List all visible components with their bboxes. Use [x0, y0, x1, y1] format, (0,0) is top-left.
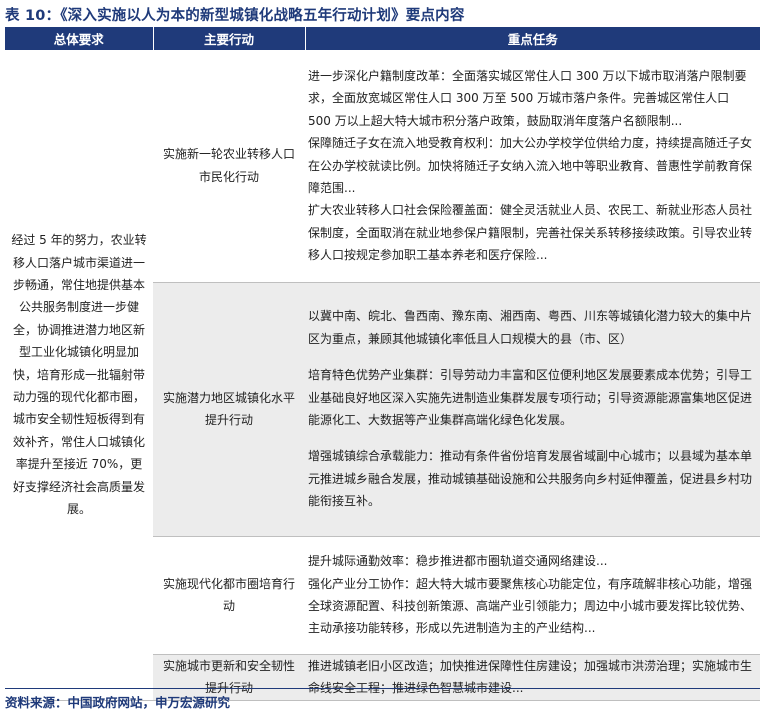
- footer-divider: [5, 688, 760, 689]
- action-cell: 实施现代化都市圈培育行动: [153, 536, 305, 655]
- table-title: 表 10：《深入实施以人为本的新型城镇化战略五年行动计划》要点内容: [5, 8, 465, 24]
- document-page: 表 10：《深入实施以人为本的新型城镇化战略五年行动计划》要点内容 总体要求 主…: [0, 0, 765, 715]
- action-cell: 实施潜力地区城镇化水平提升行动: [153, 282, 305, 537]
- task-cell: 提升城际通勤效率：稳步推进都市圈轨道交通网络建设... 强化产业分工协作：超大特…: [305, 536, 760, 655]
- source-note: 资料来源：中国政府网站，申万宏源研究: [5, 695, 231, 710]
- task-item: 强化产业分工协作：超大特大城市要聚焦核心功能定位，有序疏解非核心功能，增强全球资…: [308, 576, 753, 636]
- task-cell: 进一步深化户籍制度改革：全面落实城区常住人口 300 万以下城市取消落户限制要求…: [305, 50, 760, 283]
- column-header-actions: 主要行动: [153, 27, 306, 50]
- table-row: 经过 5 年的努力，农业转移人口落户城市渠道进一步畅通，常住地提供基本公共服务制…: [5, 50, 760, 701]
- task-cell: 推进城镇老旧小区改造；加快推进保障性住房建设；加强城市洪涝治理；实施城市生命线安…: [305, 654, 760, 701]
- task-item: 进一步深化户籍制度改革：全面落实城区常住人口 300 万以下城市取消落户限制要求…: [308, 68, 747, 128]
- action-label: 实施现代化都市圈培育行动: [162, 576, 295, 613]
- task-item: 提升城际通勤效率：稳步推进都市圈轨道交通网络建设...: [308, 554, 608, 569]
- task-item: 扩大农业转移人口社会保险覆盖面：健全灵活就业人员、农民工、新就业形态人员社保制度…: [308, 203, 753, 263]
- action-label: 实施潜力地区城镇化水平提升行动: [162, 390, 295, 427]
- overall-requirement-text: 经过 5 年的努力，农业转移人口落户城市渠道进一步畅通，常住地提供基本公共服务制…: [11, 233, 147, 516]
- overall-requirement-cell: 经过 5 年的努力，农业转移人口落户城市渠道进一步畅通，常住地提供基本公共服务制…: [5, 50, 153, 701]
- task-cell: 以冀中南、皖北、鲁西南、豫东南、湘西南、粤西、川东等城镇化潜力较大的集中片区为重…: [305, 282, 760, 537]
- action-label: 实施城市更新和安全韧性提升行动: [162, 658, 295, 695]
- task-item: 推进城镇老旧小区改造；加快推进保障性住房建设；加强城市洪涝治理；实施城市生命线安…: [308, 658, 753, 695]
- task-item: 培育特色优势产业集群：引导劳动力丰富和区位便利地区发展要素成本优势；引导工业基础…: [308, 368, 753, 427]
- action-cell: 实施新一轮农业转移人口市民化行动: [153, 50, 305, 283]
- column-header-tasks: 重点任务: [305, 27, 760, 50]
- task-item: 保障随迁子女在流入地受教育权利：加大公办学校学位供给力度，持续提高随迁子女在公办…: [308, 136, 753, 195]
- action-label: 实施新一轮农业转移人口市民化行动: [162, 147, 295, 184]
- task-item: 增强城镇综合承载能力：推动有条件省份培育发展省域副中心城市；以县域为基本单元推进…: [308, 449, 753, 509]
- table-header-row: 总体要求 主要行动 重点任务: [5, 27, 760, 50]
- key-points-table: 总体要求 主要行动 重点任务 经过 5 年的努力，农业转移人口落户城市渠道进一步…: [5, 27, 760, 701]
- column-header-overall: 总体要求: [5, 27, 154, 50]
- task-item: 以冀中南、皖北、鲁西南、豫东南、湘西南、粤西、川东等城镇化潜力较大的集中片区为重…: [308, 309, 753, 346]
